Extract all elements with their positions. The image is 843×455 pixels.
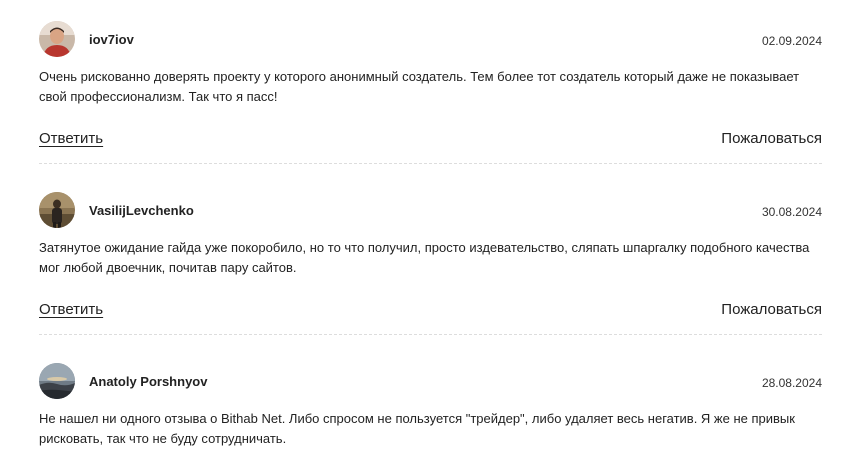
comment-item: VasilijLevchenko 30.08.2024 Затянутое ож…: [39, 192, 822, 335]
reply-link[interactable]: Ответить: [39, 129, 103, 149]
divider: [39, 334, 822, 335]
avatar[interactable]: [39, 21, 75, 57]
comment-item: iov7iov 02.09.2024 Очень рискованно дове…: [39, 21, 822, 164]
reply-link[interactable]: Ответить: [39, 300, 103, 320]
comment-header: Anatoly Porshnyov 28.08.2024: [39, 363, 822, 399]
report-link[interactable]: Пожаловаться: [721, 129, 822, 149]
comment-date: 28.08.2024: [761, 376, 822, 390]
comment-actions: Ответить Пожаловаться: [39, 300, 822, 322]
comment-author: Anatoly Porshnyov: [89, 374, 208, 389]
divider: [39, 163, 822, 164]
comment-date: 02.09.2024: [761, 34, 822, 48]
comment-item: Anatoly Porshnyov 28.08.2024 Не нашел ни…: [39, 363, 822, 449]
comment-date: 30.08.2024: [761, 205, 822, 219]
report-link[interactable]: Пожаловаться: [721, 300, 822, 320]
comment-text: Не нашел ни одного отзыва о Bithab Net. …: [39, 411, 795, 446]
comment-author: VasilijLevchenko: [89, 203, 194, 218]
comment-actions: Ответить Пожаловаться: [39, 129, 822, 151]
comment-header: iov7iov 02.09.2024: [39, 21, 822, 57]
avatar[interactable]: [39, 192, 75, 228]
comment-text: Затянутое ожидание гайда уже покоробило,…: [39, 240, 810, 275]
avatar[interactable]: [39, 363, 75, 399]
comment-author: iov7iov: [89, 32, 134, 47]
comment-text: Очень рискованно доверять проекту у кото…: [39, 69, 800, 104]
comment-header: VasilijLevchenko 30.08.2024: [39, 192, 822, 228]
